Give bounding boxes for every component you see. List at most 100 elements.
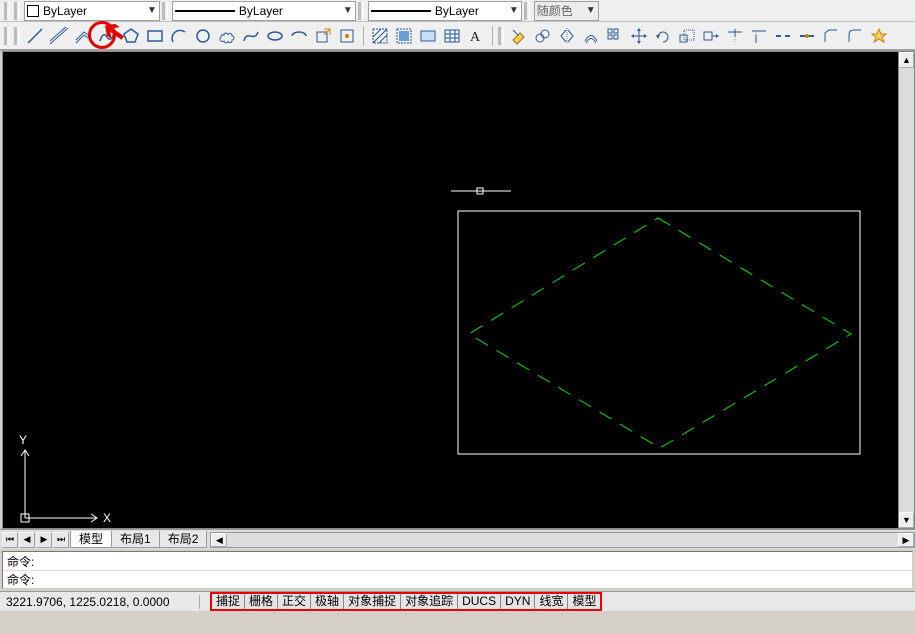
ucs-x-label: X — [103, 511, 111, 525]
linetype-combo-value: ByLayer — [239, 4, 339, 18]
grip — [4, 2, 10, 20]
spline-tool[interactable] — [240, 25, 262, 47]
circle-tool[interactable] — [192, 25, 214, 47]
toolbar-separator — [363, 26, 364, 46]
toolbar-separator — [492, 26, 493, 46]
tab-next-button[interactable]: ▶ — [36, 532, 52, 548]
polyline-tool[interactable] — [96, 25, 118, 47]
lineweight-combo[interactable]: ByLayer ▼ — [368, 1, 522, 21]
copy-tool[interactable] — [532, 25, 554, 47]
move-tool[interactable] — [628, 25, 650, 47]
mirror-tool[interactable] — [556, 25, 578, 47]
modelspace-toggle[interactable]: 模型 — [568, 594, 600, 609]
toolbar-row: A ➔ — [0, 22, 915, 50]
mline-tool[interactable] — [72, 25, 94, 47]
chevron-down-icon: ▼ — [147, 5, 157, 16]
lineweight-preview-icon — [371, 7, 431, 15]
osnap-toggle[interactable]: 对象捕捉 — [344, 594, 401, 609]
grip — [498, 27, 504, 45]
vertical-scrollbar[interactable]: ▲ ▼ — [898, 52, 914, 528]
hatch-tool[interactable] — [369, 25, 391, 47]
grid-toggle[interactable]: 栅格 — [245, 594, 278, 609]
tab-layout2[interactable]: 布局2 — [159, 531, 208, 548]
svg-text:A: A — [470, 30, 481, 45]
scroll-up-button[interactable]: ▲ — [899, 52, 914, 68]
scale-tool[interactable] — [676, 25, 698, 47]
insert-block-tool[interactable] — [312, 25, 334, 47]
chevron-down-icon: ▼ — [509, 5, 519, 16]
ortho-toggle[interactable]: 正交 — [278, 594, 311, 609]
text-tool[interactable]: A — [465, 25, 487, 47]
layer-combo-value: ByLayer — [43, 4, 143, 18]
linetype-combo[interactable]: ByLayer ▼ — [172, 1, 356, 21]
table-tool[interactable] — [441, 25, 463, 47]
color-combo[interactable]: 随颜色 ▼ — [534, 1, 599, 21]
line-tool[interactable] — [24, 25, 46, 47]
tab-nav: ⏮ ◀ ▶ ⏭ — [2, 532, 70, 548]
stretch-tool[interactable] — [700, 25, 722, 47]
tab-model[interactable]: 模型 — [70, 531, 112, 548]
command-input[interactable] — [38, 573, 908, 587]
tab-first-button[interactable]: ⏮ — [2, 532, 18, 548]
lwt-toggle[interactable]: 线宽 — [535, 594, 568, 609]
command-prompt-label: 命令: — [7, 571, 34, 588]
extend-tool[interactable] — [748, 25, 770, 47]
offset-tool[interactable] — [580, 25, 602, 47]
tab-last-button[interactable]: ⏭ — [53, 532, 69, 548]
ellipse-tool[interactable] — [264, 25, 286, 47]
scroll-down-button[interactable]: ▼ — [899, 512, 914, 528]
canvas-svg: Y X — [3, 52, 900, 530]
status-bar: 3221.9706, 1225.0218, 0.0000 捕捉 栅格 正交 极轴… — [0, 591, 915, 611]
layer-color-swatch — [27, 5, 39, 17]
command-prompt-label: 命令: — [7, 553, 34, 570]
chamfer-tool[interactable] — [820, 25, 842, 47]
xline-tool[interactable] — [48, 25, 70, 47]
command-window: 命令: 命令: — [2, 551, 913, 589]
array-tool[interactable] — [604, 25, 626, 47]
ucs-y-label: Y — [19, 433, 27, 447]
rotate-tool[interactable] — [652, 25, 674, 47]
otrack-toggle[interactable]: 对象追踪 — [401, 594, 458, 609]
layer-combo[interactable]: ByLayer ▼ — [24, 1, 160, 21]
command-input-line: 命令: — [3, 570, 912, 588]
revcloud-tool[interactable] — [216, 25, 238, 47]
grip — [14, 2, 20, 20]
polygon-tool[interactable] — [120, 25, 142, 47]
grip — [358, 2, 364, 20]
break-tool[interactable] — [772, 25, 794, 47]
properties-bar: ByLayer ▼ ByLayer ▼ ByLayer ▼ 随颜色 ▼ — [0, 0, 915, 22]
status-toggle-group: 捕捉 栅格 正交 极轴 对象捕捉 对象追踪 DUCS DYN 线宽 模型 — [210, 592, 602, 611]
ellipse-arc-tool[interactable] — [288, 25, 310, 47]
scroll-left-button[interactable]: ◀ — [211, 533, 227, 547]
grip — [524, 2, 530, 20]
drawing-canvas[interactable]: Y X ▲ ▼ — [2, 51, 915, 529]
region-tool[interactable] — [417, 25, 439, 47]
layout-tabs-row: ⏮ ◀ ▶ ⏭ 模型 布局1 布局2 ◀ ▶ — [0, 529, 915, 549]
lineweight-combo-value: ByLayer — [435, 4, 505, 18]
arc-tool[interactable] — [168, 25, 190, 47]
trim-tool[interactable] — [724, 25, 746, 47]
horizontal-scrollbar[interactable]: ◀ ▶ — [210, 532, 915, 548]
make-block-tool[interactable] — [336, 25, 358, 47]
explode-tool[interactable] — [868, 25, 890, 47]
chevron-down-icon: ▼ — [586, 5, 596, 16]
grip — [4, 27, 10, 45]
snap-toggle[interactable]: 捕捉 — [212, 594, 245, 609]
rectangle-tool[interactable] — [144, 25, 166, 47]
ducs-toggle[interactable]: DUCS — [458, 594, 501, 609]
coordinate-readout: 3221.9706, 1225.0218, 0.0000 — [0, 595, 200, 609]
scroll-right-button[interactable]: ▶ — [898, 533, 914, 547]
tab-layout1[interactable]: 布局1 — [111, 531, 160, 548]
linetype-preview-icon — [175, 7, 235, 15]
gradient-tool[interactable] — [393, 25, 415, 47]
chevron-down-icon: ▼ — [343, 5, 353, 16]
dyn-toggle[interactable]: DYN — [501, 594, 535, 609]
join-tool[interactable] — [796, 25, 818, 47]
erase-tool[interactable] — [508, 25, 530, 47]
command-history-line: 命令: — [3, 552, 912, 570]
grip — [14, 27, 20, 45]
tab-prev-button[interactable]: ◀ — [19, 532, 35, 548]
color-combo-value: 随颜色 — [537, 2, 582, 19]
fillet-tool[interactable] — [844, 25, 866, 47]
polar-toggle[interactable]: 极轴 — [311, 594, 344, 609]
